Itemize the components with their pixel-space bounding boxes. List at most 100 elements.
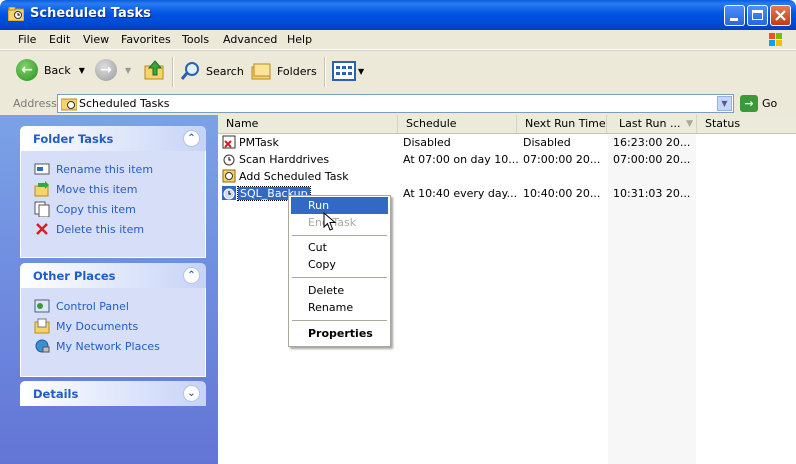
expand-chevron-icon[interactable]: ⌄ [183, 385, 200, 402]
column-headers: Name Schedule Next Run Time Last Run ...… [218, 115, 796, 134]
title-bar[interactable]: Scheduled Tasks [0, 0, 796, 30]
menu-item-delete[interactable]: Delete [291, 282, 388, 299]
menu-item-rename[interactable]: Rename [291, 299, 388, 316]
rename-item-label: Rename this item [56, 162, 154, 176]
task-last-run: 16:23:00 20... [613, 136, 691, 149]
add-task-wizard-icon [222, 169, 236, 183]
views-button[interactable]: ▼ [332, 61, 364, 81]
my-network-places-link[interactable]: My Network Places [34, 338, 160, 354]
column-status[interactable]: Status [697, 115, 796, 133]
network-places-icon [35, 339, 50, 353]
mouse-pointer-icon [323, 212, 337, 231]
up-folder-button[interactable] [143, 58, 167, 82]
column-last-run[interactable]: Last Run ... ▼ [607, 115, 697, 133]
views-dropdown-icon[interactable]: ▼ [358, 67, 364, 76]
delete-x-icon [36, 223, 48, 235]
copy-item-link[interactable]: Copy this item [34, 201, 136, 217]
back-dropdown-icon[interactable]: ▼ [79, 66, 85, 75]
folders-button[interactable]: Folders [251, 61, 317, 81]
column-last-run-label: Last Run ... [619, 117, 681, 130]
clock-task-icon [222, 186, 236, 200]
scheduled-tasks-folder-icon [8, 7, 24, 21]
table-row[interactable]: Add Scheduled Task [218, 169, 796, 185]
column-schedule[interactable]: Schedule [398, 115, 517, 133]
address-label: Address [13, 97, 57, 110]
menu-edit[interactable]: Edit [49, 33, 70, 46]
table-row[interactable]: Scan Harddrives At 07:00 on day 10... 07… [218, 152, 796, 168]
forward-dropdown-icon[interactable]: ▼ [125, 66, 131, 75]
address-dropdown-icon[interactable]: ▼ [717, 96, 732, 111]
maximize-button[interactable] [747, 5, 768, 26]
task-next-run: Disabled [523, 136, 571, 149]
task-name: Add Scheduled Task [239, 170, 349, 183]
menu-view[interactable]: View [83, 33, 109, 46]
move-icon [34, 181, 49, 197]
menu-item-run[interactable]: Run [291, 197, 388, 214]
context-menu: Run End Task Cut Copy Delete Rename Prop… [288, 195, 391, 347]
menu-file[interactable]: File [18, 33, 36, 46]
table-row[interactable]: PMTask Disabled Disabled 16:23:00 20... [218, 135, 796, 151]
menu-item-properties[interactable]: Properties [291, 325, 388, 342]
column-next-run-time[interactable]: Next Run Time [517, 115, 607, 133]
forward-button[interactable]: → ▼ [95, 59, 131, 81]
control-panel-label: Control Panel [56, 299, 129, 313]
my-documents-label: My Documents [56, 319, 139, 333]
control-panel-icon [34, 299, 50, 313]
menu-tools[interactable]: Tools [182, 33, 209, 46]
move-item-label: Move this item [56, 182, 138, 196]
rename-item-link[interactable]: Rename this item [34, 161, 153, 177]
task-name: PMTask [239, 136, 279, 149]
go-button[interactable]: → Go [740, 95, 777, 112]
details-box: Details ⌄ [20, 381, 206, 406]
sort-arrow-icon: ▼ [686, 119, 693, 129]
search-label: Search [206, 64, 244, 78]
task-last-run: 07:00:00 20... [613, 153, 691, 166]
task-next-run: 10:40:00 20... [523, 187, 601, 200]
other-places-header[interactable]: Other Places ⌃ [20, 263, 206, 288]
window-title: Scheduled Tasks [30, 6, 151, 21]
menu-item-cut[interactable]: Cut [291, 239, 388, 256]
my-documents-link[interactable]: My Documents [34, 318, 138, 334]
folder-tasks-header[interactable]: Folder Tasks ⌃ [20, 126, 206, 151]
delete-item-link[interactable]: Delete this item [34, 221, 144, 237]
copy-item-label: Copy this item [56, 202, 136, 216]
move-item-link[interactable]: Move this item [34, 181, 137, 197]
menu-help[interactable]: Help [287, 33, 312, 46]
details-title: Details [33, 387, 79, 401]
scheduled-tasks-small-icon [61, 98, 77, 111]
menu-item-copy[interactable]: Copy [291, 256, 388, 273]
address-bar: Address Scheduled Tasks ▼ → Go [0, 93, 796, 115]
menu-favorites[interactable]: Favorites [121, 33, 171, 46]
minimize-button[interactable] [724, 5, 745, 26]
rename-icon [34, 163, 50, 175]
collapse-chevron-icon[interactable]: ⌃ [183, 267, 200, 284]
menu-advanced[interactable]: Advanced [223, 33, 277, 46]
task-last-run: 10:31:03 20... [613, 187, 691, 200]
my-network-places-label: My Network Places [56, 339, 160, 353]
other-places-box: Other Places ⌃ Control Panel My Document… [20, 263, 206, 377]
address-value: Scheduled Tasks [79, 97, 170, 110]
close-button[interactable] [770, 5, 791, 26]
task-pane: Folder Tasks ⌃ Rename this item Move thi… [0, 115, 218, 464]
folders-label: Folders [277, 64, 317, 78]
back-label: Back [44, 63, 71, 77]
views-icon [332, 61, 356, 81]
task-name: Scan Harddrives [239, 153, 330, 166]
collapse-chevron-icon[interactable]: ⌃ [183, 130, 200, 147]
search-button[interactable]: Search [180, 61, 244, 81]
search-icon [180, 62, 199, 80]
up-folder-icon [144, 60, 164, 80]
task-schedule: At 07:00 on day 10... [403, 153, 519, 166]
column-name[interactable]: Name [218, 115, 398, 133]
windows-logo-icon [760, 32, 788, 49]
menu-separator [292, 277, 387, 278]
go-arrow-icon: → [740, 95, 758, 112]
task-schedule: At 10:40 every day... [403, 187, 518, 200]
address-field[interactable]: Scheduled Tasks ▼ [57, 94, 734, 113]
back-button[interactable]: ← Back ▼ [16, 59, 85, 81]
menu-separator [292, 235, 387, 236]
control-panel-link[interactable]: Control Panel [34, 298, 129, 314]
menu-item-end-task[interactable]: End Task [291, 214, 388, 231]
other-places-title: Other Places [33, 269, 116, 283]
details-header[interactable]: Details ⌄ [20, 381, 206, 406]
